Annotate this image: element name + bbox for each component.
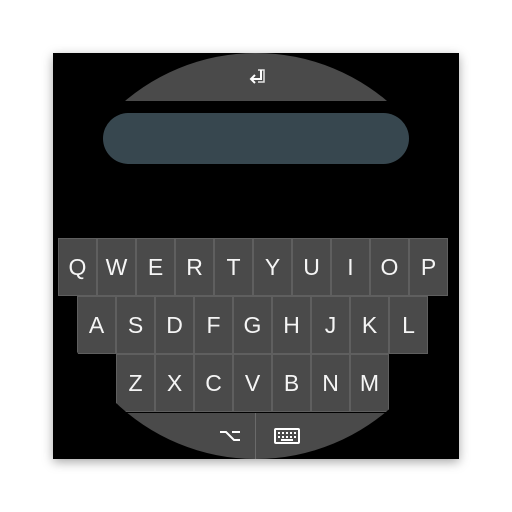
enter-icon[interactable] [243,65,269,89]
key-u[interactable]: U [292,238,331,296]
key-c[interactable]: C [194,354,233,412]
key-n[interactable]: N [311,354,350,412]
key-y[interactable]: Y [253,238,292,296]
top-enter-bar[interactable] [53,53,459,101]
key-p[interactable]: P [409,238,448,296]
key-q[interactable]: Q [58,238,97,296]
option-icon[interactable] [205,413,255,459]
key-d[interactable]: D [155,296,194,354]
key-a[interactable]: A [77,296,116,354]
key-v[interactable]: V [233,354,272,412]
key-m[interactable]: M [350,354,389,412]
key-b[interactable]: B [272,354,311,412]
key-f[interactable]: F [194,296,233,354]
key-h[interactable]: H [272,296,311,354]
keyboard-icon[interactable] [259,413,315,459]
key-i[interactable]: I [331,238,370,296]
round-display: QWERTYUIOP ASDFGHJKL ZXCVBNM [53,53,459,459]
key-k[interactable]: K [350,296,389,354]
text-input-field[interactable] [103,113,409,164]
key-r[interactable]: R [175,238,214,296]
keyboard-bottom-bar [53,413,459,459]
key-w[interactable]: W [97,238,136,296]
key-s[interactable]: S [116,296,155,354]
key-j[interactable]: J [311,296,350,354]
key-l[interactable]: L [389,296,428,354]
key-g[interactable]: G [233,296,272,354]
key-e[interactable]: E [136,238,175,296]
key-o[interactable]: O [370,238,409,296]
key-z[interactable]: Z [116,354,155,412]
key-t[interactable]: T [214,238,253,296]
divider [255,413,256,459]
watch-screen: QWERTYUIOP ASDFGHJKL ZXCVBNM [53,53,459,459]
key-x[interactable]: X [155,354,194,412]
